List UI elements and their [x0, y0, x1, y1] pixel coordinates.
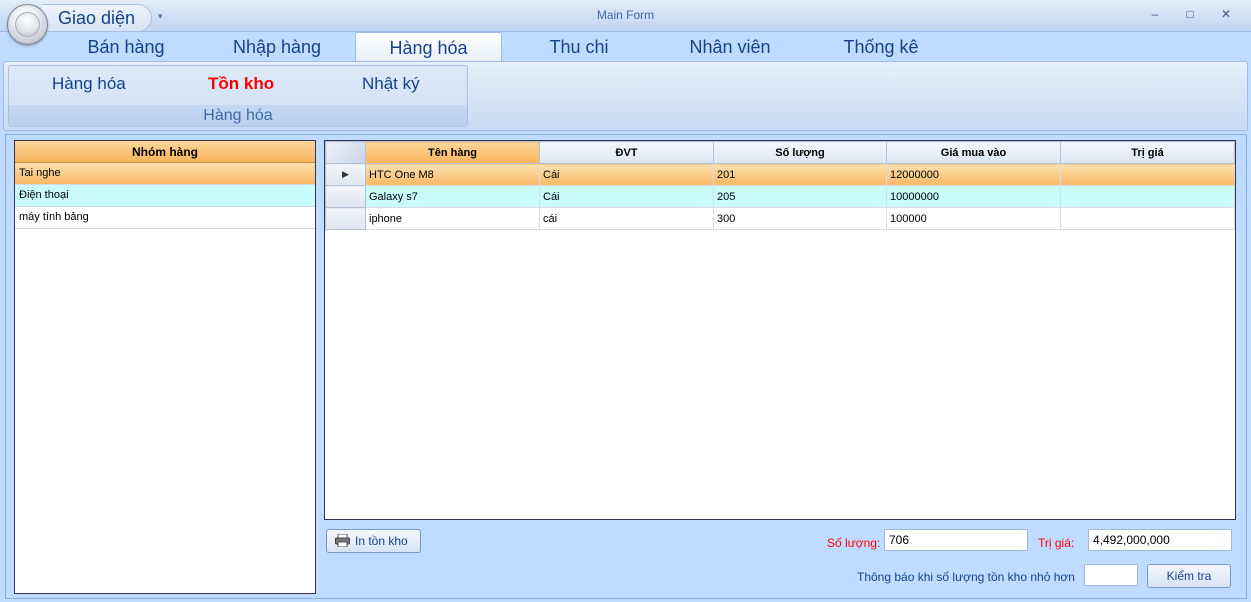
table-row[interactable]: ▶ HTC One M8 Cái 201 12000000 — [325, 163, 1235, 186]
group-list-header: Nhóm hàng — [15, 141, 315, 163]
row-indicator-arrow-icon[interactable]: ▶ — [325, 163, 366, 186]
title-bar: Giao diện ▾ Main Form – □ ✕ — [0, 0, 1251, 32]
cell-dvt[interactable]: cái — [539, 207, 714, 230]
column-header-gia-mua-vao[interactable]: Giá mua vào — [886, 141, 1061, 164]
ribbon-group-hang-hoa: Hàng hóa Tồn kho Nhật ký Hàng hóa — [8, 65, 468, 127]
table-row[interactable]: Galaxy s7 Cái 205 10000000 — [325, 185, 1235, 208]
total-value-field[interactable]: 4,492,000,000 — [1088, 529, 1232, 551]
application-orb-button[interactable] — [7, 4, 48, 45]
grid-header-row: Tên hàng ĐVT Số lượng Giá mua vào Trị gi… — [325, 141, 1235, 164]
group-item-dien-thoai[interactable]: Điện thoại — [15, 185, 315, 207]
low-stock-threshold-input[interactable] — [1084, 564, 1138, 586]
cell-tri-gia[interactable] — [1060, 163, 1235, 186]
column-header-so-luong[interactable]: Số lượng — [713, 141, 887, 164]
cell-gia-mua-vao[interactable]: 10000000 — [886, 185, 1061, 208]
cell-ten-hang[interactable]: iphone — [365, 207, 540, 230]
cell-so-luong[interactable]: 201 — [713, 163, 887, 186]
column-header-ten-hang[interactable]: Tên hàng — [365, 141, 540, 164]
print-inventory-button[interactable]: In tồn kho — [326, 529, 421, 553]
printer-icon — [335, 534, 350, 547]
tab-hang-hoa[interactable]: Hàng hóa — [355, 32, 502, 62]
ribbon-group-label: Hàng hóa — [9, 105, 467, 126]
cell-tri-gia[interactable] — [1060, 185, 1235, 208]
ribbon-panel: Hàng hóa Tồn kho Nhật ký Hàng hóa — [3, 61, 1248, 131]
orb-icon — [15, 12, 40, 37]
total-quantity-field[interactable]: 706 — [884, 529, 1028, 551]
ribbon-tabs: Bán hàng Nhập hàng Hàng hóa Thu chi Nhân… — [0, 32, 1251, 62]
cell-dvt[interactable]: Cái — [539, 185, 714, 208]
tab-thong-ke[interactable]: Thống kê — [825, 32, 937, 62]
product-group-list: Nhóm hàng Tai nghe Điện thoại máy tính b… — [14, 140, 316, 594]
tab-ban-hang[interactable]: Bán hàng — [70, 32, 182, 62]
window-title: Main Form — [596, 8, 655, 22]
ribbon-button-hang-hoa[interactable]: Hàng hóa — [52, 74, 126, 94]
grid-corner-cell[interactable] — [325, 141, 366, 164]
print-button-label: In tồn kho — [355, 534, 408, 548]
tab-thu-chi[interactable]: Thu chi — [528, 32, 630, 62]
table-row[interactable]: iphone cái 300 100000 — [325, 207, 1235, 230]
inventory-grid: Tên hàng ĐVT Số lượng Giá mua vào Trị gi… — [324, 140, 1236, 520]
ribbon-button-ton-kho[interactable]: Tồn kho — [208, 74, 274, 94]
total-value-label: Trị giá: — [1038, 536, 1075, 550]
content-area: Nhóm hàng Tai nghe Điện thoại máy tính b… — [5, 134, 1247, 599]
cell-ten-hang[interactable]: HTC One M8 — [365, 163, 540, 186]
tab-nhap-hang[interactable]: Nhập hàng — [212, 32, 342, 62]
cell-ten-hang[interactable]: Galaxy s7 — [365, 185, 540, 208]
row-header[interactable] — [325, 207, 366, 230]
quantity-label: Số lượng: — [827, 536, 881, 550]
cell-dvt[interactable]: Cái — [539, 163, 714, 186]
low-stock-notify-label: Thông báo khi số lượng tồn kho nhỏ hơn — [857, 570, 1075, 584]
ribbon-button-nhat-ky[interactable]: Nhật ký — [362, 74, 420, 94]
column-header-dvt[interactable]: ĐVT — [539, 141, 714, 164]
group-item-tai-nghe[interactable]: Tai nghe — [15, 163, 315, 185]
cell-so-luong[interactable]: 300 — [713, 207, 887, 230]
maximize-icon[interactable]: □ — [1181, 6, 1199, 22]
cell-gia-mua-vao[interactable]: 12000000 — [886, 163, 1061, 186]
cell-tri-gia[interactable] — [1060, 207, 1235, 230]
cell-so-luong[interactable]: 205 — [713, 185, 887, 208]
group-item-may-tinh-bang[interactable]: máy tính bảng — [15, 207, 315, 229]
column-header-tri-gia[interactable]: Trị giá — [1060, 141, 1235, 164]
check-button[interactable]: Kiểm tra — [1147, 564, 1231, 588]
tab-nhan-vien[interactable]: Nhân viên — [670, 32, 790, 62]
minimize-icon[interactable]: – — [1146, 6, 1164, 22]
cell-gia-mua-vao[interactable]: 100000 — [886, 207, 1061, 230]
close-icon[interactable]: ✕ — [1217, 6, 1235, 22]
row-header[interactable] — [325, 185, 366, 208]
